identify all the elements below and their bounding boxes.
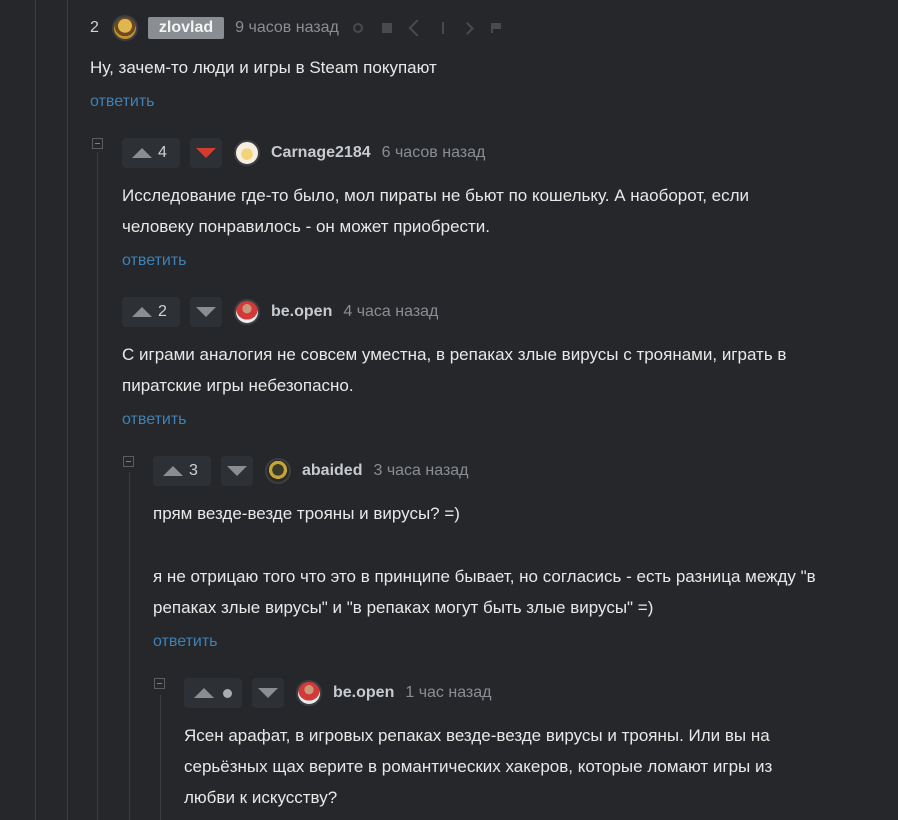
comment-text: человеку понравилось - он может приобрес… [122, 217, 491, 236]
comment-text: я не отрицаю того что это в принципе быв… [153, 567, 816, 586]
comment-text: любви к искусству? [184, 788, 338, 807]
collapse-toggle[interactable] [154, 678, 165, 689]
avatar[interactable] [296, 680, 322, 706]
thread-line [67, 0, 68, 820]
username[interactable]: Carnage2184 [271, 144, 371, 162]
toolbar-icons [352, 19, 520, 37]
collapse-toggle[interactable] [123, 456, 134, 467]
avatar[interactable] [265, 458, 291, 484]
username[interactable]: abaided [302, 462, 362, 480]
comment-text: С играми аналогия не совсем уместна, в р… [122, 345, 787, 364]
upvote-button[interactable] [184, 678, 242, 708]
thread-line [129, 472, 130, 820]
rating-count: 4 [158, 144, 167, 161]
comment-text: пиратские игры небезопасно. [122, 376, 354, 395]
comment-header: 4 Carnage2184 6 часов назад [122, 138, 485, 168]
rating-count: 3 [189, 462, 198, 479]
avatar[interactable] [234, 299, 260, 325]
username[interactable]: be.open [333, 684, 394, 702]
comment-text: серьёзных щах верите в романтических хак… [184, 757, 773, 776]
rating-count: 2 [158, 303, 167, 320]
comment-text: Исследование где-то было, мол пираты не … [122, 186, 750, 205]
author-badge[interactable]: zlovlad [147, 17, 225, 39]
comment-time: 6 часов назад [381, 144, 486, 161]
comment-time: 3 часа назад [373, 462, 469, 479]
parent-icon[interactable] [441, 22, 444, 34]
save-icon[interactable] [381, 23, 392, 33]
comment-time: 1 час назад [405, 684, 492, 701]
arrow-down-icon [258, 688, 278, 698]
thread-line [97, 152, 98, 820]
flag-icon[interactable] [490, 23, 501, 33]
comment-text: репаках злые вирусы" и "в репаках могут … [153, 598, 654, 617]
arrow-up-icon [163, 466, 183, 476]
upvote-button[interactable]: 3 [153, 456, 211, 486]
downvote-button[interactable] [190, 138, 222, 168]
reply-link[interactable]: ответить [90, 93, 155, 111]
collapse-toggle[interactable] [92, 138, 103, 149]
thread-line [160, 695, 161, 820]
comment-time: 4 часа назад [343, 303, 439, 320]
reply-link[interactable]: ответить [122, 252, 187, 270]
downvote-button[interactable] [190, 297, 222, 327]
arrow-down-icon [196, 148, 216, 158]
comment-header: 2 zlovlad 9 часов назад [90, 13, 520, 43]
link-icon[interactable] [352, 23, 363, 33]
comment-text: прям везде-везде трояны и вирусы? =) [153, 504, 460, 523]
chevron-right-icon[interactable] [461, 21, 474, 35]
avatar[interactable] [234, 140, 260, 166]
share-icon[interactable] [408, 19, 426, 37]
comment-text: Ну, зачем-то люди и игры в Steam покупаю… [90, 58, 437, 77]
arrow-up-icon [194, 688, 214, 698]
avatar[interactable] [111, 15, 138, 41]
reply-link[interactable]: ответить [122, 411, 187, 429]
comment-text: Ясен арафат, в игровых репаках везде-вез… [184, 726, 770, 745]
comment-time: 9 часов назад [235, 19, 339, 36]
dot-icon [223, 688, 232, 698]
comment-header: 2 be.open 4 часа назад [122, 297, 438, 327]
thread-line [35, 0, 36, 820]
upvote-button[interactable]: 2 [122, 297, 180, 327]
arrow-down-icon [196, 307, 216, 317]
downvote-button[interactable] [221, 456, 253, 486]
arrow-up-icon [132, 148, 152, 158]
upvote-button[interactable]: 4 [122, 138, 180, 168]
comment-header: be.open 1 час назад [184, 678, 492, 708]
arrow-up-icon [132, 307, 152, 317]
rating-count: 2 [90, 19, 99, 36]
downvote-button[interactable] [252, 678, 284, 708]
comment-header: 3 abaided 3 часа назад [153, 456, 469, 486]
username[interactable]: be.open [271, 303, 332, 321]
reply-link[interactable]: ответить [153, 633, 218, 651]
arrow-down-icon [227, 466, 247, 476]
